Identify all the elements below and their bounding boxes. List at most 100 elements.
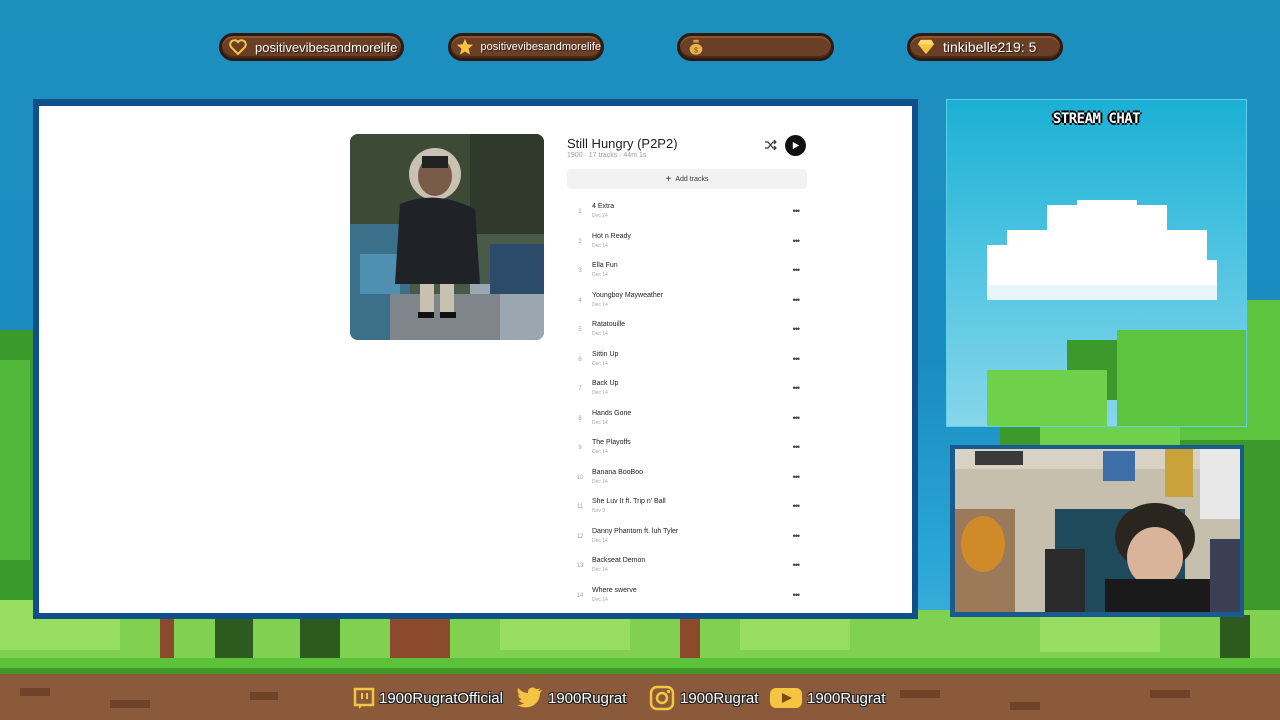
more-options-icon[interactable]: ••• [793,472,801,482]
gem-icon [915,36,937,58]
more-options-icon[interactable]: ••• [793,501,801,511]
more-options-icon[interactable]: ••• [793,295,801,305]
bits-badge: tinkibelle219: 5 [907,33,1063,61]
instagram-icon [647,685,677,711]
track-number: 10 [576,474,584,481]
more-options-icon[interactable]: ••• [793,413,801,423]
track-date: Nov 9 [592,508,606,514]
social-youtube: 1900Rugrat [768,686,885,710]
more-options-icon[interactable]: ••• [793,531,801,541]
track-title: Banana BooBoo [592,468,643,476]
stream-chat-panel: STREAM CHAT [946,99,1247,427]
track-date: Dec 14 [592,567,608,573]
track-row[interactable]: 3 Ella Fun Dec 14 ••• [567,259,807,289]
play-button[interactable] [785,135,806,156]
track-number: 2 [578,238,582,245]
social-twitter: 1900Rugrat [515,686,626,710]
subscriber-badge: positivevibesandmorelife [448,33,604,61]
track-date: Dec 14 [592,596,608,603]
twitch-icon [352,686,376,710]
shuffle-button[interactable] [764,138,778,152]
track-title: 4 Extra [592,203,615,210]
track-row[interactable]: 12 Danny Phantom ft. luh Tyler Dec 14 ••… [567,525,807,555]
more-options-icon[interactable]: ••• [793,265,801,275]
track-row[interactable]: 10 Banana BooBoo Dec 14 ••• [567,466,807,496]
cloud-icon [987,200,1246,426]
track-row[interactable]: 5 Ratatouille Dec 14 ••• [567,318,807,348]
music-app-window: Still Hungry (P2P2) 1900 · 17 tracks · 4… [39,106,912,613]
track-number: 9 [578,445,582,451]
plus-icon: + [665,173,672,185]
shuffle-icon [765,139,777,151]
track-row[interactable]: 6 Sittin Up Dec 14 ••• [567,348,807,378]
more-options-icon[interactable]: ••• [793,354,801,364]
latest-bits-label: tinkibelle219: 5 [943,39,1037,55]
social-instagram: 1900Rugrat [647,685,759,711]
more-options-icon[interactable]: ••• [793,442,801,452]
track-row[interactable]: 13 Backseat Demon Dec 14 ••• [567,554,807,584]
track-date: Dec 14 [592,537,608,544]
add-tracks-button[interactable]: + Add tracks [567,169,807,189]
more-options-icon[interactable]: ••• [793,236,801,246]
track-row[interactable]: 4 Youngboy Mayweather Dec 14 ••• [567,289,807,319]
twitch-handle: 1900RugratOfficial [379,689,503,707]
play-icon [792,141,800,150]
album-meta: 1900 · 17 tracks · 44m 1s [567,152,647,159]
album-title: Still Hungry (P2P2) [567,136,678,151]
heart-icon [227,36,249,58]
more-options-icon[interactable]: ••• [793,560,801,570]
track-row[interactable]: 11 She Luv It ft. Trip n' Ball Nov 9 ••• [567,495,807,525]
track-row[interactable]: 14 Where swerve Dec 14 ••• [567,584,807,614]
track-row[interactable]: 8 Hands Gone Dec 14 ••• [567,407,807,437]
social-twitch: 1900RugratOfficial [352,686,503,710]
track-date: Dec 14 [592,478,608,485]
track-date: Dec 14 [592,301,608,308]
track-number: 14 [576,592,584,599]
latest-subscriber-label: positivevibesandmorelife [480,41,601,53]
track-date: Dec 14 [592,419,608,426]
more-options-icon[interactable]: ••• [793,590,801,600]
track-date: Dec 14 [592,360,608,367]
track-row[interactable]: 9 The Playoffs Dec 14 ••• [567,436,807,466]
track-number: 3 [578,268,582,274]
track-title: Where swerve [592,586,637,594]
youtube-handle: 1900Rugrat [807,689,886,707]
track-title: Sittin Up [592,350,619,358]
star-icon [456,36,475,58]
track-number: 8 [578,415,582,422]
track-date: Dec 14 [592,331,608,337]
track-title: Backseat Demon [592,557,646,564]
album-cover[interactable] [350,134,544,340]
track-number: 6 [578,356,582,363]
track-row[interactable]: 1 4 Extra Dec 24 ••• [567,200,807,230]
track-title: Youngboy Mayweather [592,291,663,299]
track-row[interactable]: 7 Back Up Dec 14 ••• [567,377,807,407]
donation-badge: $ [677,33,834,61]
track-title: Back Up [592,380,619,387]
track-title: The Playoffs [592,439,631,446]
track-number: 13 [576,563,584,569]
track-row[interactable]: 2 Hot n Ready Dec 14 ••• [567,230,807,260]
latest-follower-label: positivevibesandmorelife [255,39,398,55]
track-number: 5 [578,327,582,333]
track-date: Dec 14 [592,390,608,396]
track-title: Ratatouille [592,321,626,328]
twitter-handle: 1900Rugrat [548,689,627,707]
track-date: Dec 14 [592,449,608,455]
more-options-icon[interactable]: ••• [793,206,801,216]
svg-text:$: $ [694,45,698,54]
track-number: 1 [578,209,582,215]
track-title: Danny Phantom ft. luh Tyler [592,527,679,535]
track-list: 1 4 Extra Dec 24 ••• 2 Hot n Ready Dec 1… [567,200,807,613]
track-number: 7 [578,386,582,392]
webcam-feed [955,449,1240,612]
track-number: 11 [576,504,584,510]
track-date: Dec 14 [592,272,608,278]
more-options-icon[interactable]: ••• [793,383,801,393]
more-options-icon[interactable]: ••• [793,324,801,334]
follower-badge: positivevibesandmorelife [219,33,404,61]
instagram-handle: 1900Rugrat [680,689,759,707]
track-title: She Luv It ft. Trip n' Ball [592,498,666,505]
youtube-icon [768,686,804,710]
add-tracks-label: Add tracks [675,175,709,183]
